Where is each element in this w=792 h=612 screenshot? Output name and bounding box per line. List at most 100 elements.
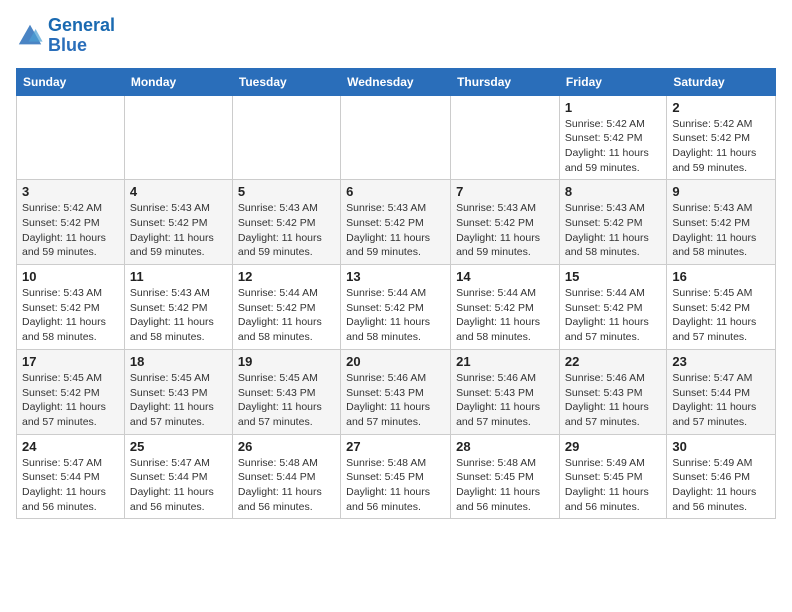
day-number: 17: [22, 354, 119, 369]
calendar-cell: 19 Sunrise: 5:45 AM Sunset: 5:43 PM Dayli…: [232, 349, 340, 434]
day-info: Sunrise: 5:47 AM Sunset: 5:44 PM Dayligh…: [130, 456, 227, 515]
day-number: 16: [672, 269, 770, 284]
day-info: Sunrise: 5:44 AM Sunset: 5:42 PM Dayligh…: [346, 286, 445, 345]
day-number: 10: [22, 269, 119, 284]
calendar-cell: 24Sunrise: 5:47 AM Sunset: 5:44 PM Dayli…: [17, 434, 125, 519]
weekday-header-cell: Monday: [124, 68, 232, 95]
calendar-body: 1 Sunrise: 5:42 AM Sunset: 5:42 PM Daylig…: [17, 95, 776, 519]
day-info: Sunrise: 5:48 AM Sunset: 5:45 PM Dayligh…: [456, 456, 554, 515]
day-info: Sunrise: 5:43 AM Sunset: 5:42 PM Dayligh…: [238, 201, 335, 260]
calendar-cell: 8 Sunrise: 5:43 AM Sunset: 5:42 PM Daylig…: [559, 180, 666, 265]
day-info: Sunrise: 5:42 AM Sunset: 5:42 PM Dayligh…: [565, 117, 661, 176]
day-info: Sunrise: 5:44 AM Sunset: 5:42 PM Dayligh…: [456, 286, 554, 345]
day-number: 29: [565, 439, 661, 454]
day-number: 13: [346, 269, 445, 284]
calendar-cell: 7Sunrise: 5:43 AM Sunset: 5:42 PM Daylig…: [451, 180, 560, 265]
calendar-cell: 20 Sunrise: 5:46 AM Sunset: 5:43 PM Dayli…: [341, 349, 451, 434]
calendar-week-row: 3Sunrise: 5:42 AM Sunset: 5:42 PM Daylig…: [17, 180, 776, 265]
day-number: 19: [238, 354, 335, 369]
day-number: 30: [672, 439, 770, 454]
calendar-cell: 6 Sunrise: 5:43 AM Sunset: 5:42 PM Daylig…: [341, 180, 451, 265]
logo-text: General Blue: [48, 16, 115, 56]
day-number: 12: [238, 269, 335, 284]
day-number: 8: [565, 184, 661, 199]
day-number: 22: [565, 354, 661, 369]
calendar-cell: 18 Sunrise: 5:45 AM Sunset: 5:43 PM Dayli…: [124, 349, 232, 434]
weekday-header-cell: Tuesday: [232, 68, 340, 95]
day-info: Sunrise: 5:42 AM Sunset: 5:42 PM Dayligh…: [672, 117, 770, 176]
calendar-cell: 2 Sunrise: 5:42 AM Sunset: 5:42 PM Daylig…: [667, 95, 776, 180]
calendar-cell: [124, 95, 232, 180]
calendar-week-row: 24Sunrise: 5:47 AM Sunset: 5:44 PM Dayli…: [17, 434, 776, 519]
logo-icon: [16, 22, 44, 50]
day-number: 25: [130, 439, 227, 454]
weekday-header-row: SundayMondayTuesdayWednesdayThursdayFrid…: [17, 68, 776, 95]
day-number: 20: [346, 354, 445, 369]
calendar-cell: [232, 95, 340, 180]
calendar-cell: 14 Sunrise: 5:44 AM Sunset: 5:42 PM Dayli…: [451, 265, 560, 350]
day-number: 4: [130, 184, 227, 199]
day-info: Sunrise: 5:48 AM Sunset: 5:45 PM Dayligh…: [346, 456, 445, 515]
day-info: Sunrise: 5:48 AM Sunset: 5:44 PM Dayligh…: [238, 456, 335, 515]
calendar-cell: [451, 95, 560, 180]
day-info: Sunrise: 5:46 AM Sunset: 5:43 PM Dayligh…: [346, 371, 445, 430]
day-number: 14: [456, 269, 554, 284]
day-number: 9: [672, 184, 770, 199]
calendar-cell: 5 Sunrise: 5:43 AM Sunset: 5:42 PM Daylig…: [232, 180, 340, 265]
day-info: Sunrise: 5:44 AM Sunset: 5:42 PM Dayligh…: [238, 286, 335, 345]
calendar-cell: 26 Sunrise: 5:48 AM Sunset: 5:44 PM Dayli…: [232, 434, 340, 519]
calendar-cell: 9Sunrise: 5:43 AM Sunset: 5:42 PM Daylig…: [667, 180, 776, 265]
calendar-table: SundayMondayTuesdayWednesdayThursdayFrid…: [16, 68, 776, 520]
calendar-cell: 16 Sunrise: 5:45 AM Sunset: 5:42 PM Dayli…: [667, 265, 776, 350]
day-info: Sunrise: 5:49 AM Sunset: 5:45 PM Dayligh…: [565, 456, 661, 515]
day-info: Sunrise: 5:45 AM Sunset: 5:42 PM Dayligh…: [672, 286, 770, 345]
calendar-cell: 25 Sunrise: 5:47 AM Sunset: 5:44 PM Dayli…: [124, 434, 232, 519]
logo: General Blue: [16, 16, 115, 56]
day-info: Sunrise: 5:43 AM Sunset: 5:42 PM Dayligh…: [22, 286, 119, 345]
calendar-cell: 17Sunrise: 5:45 AM Sunset: 5:42 PM Dayli…: [17, 349, 125, 434]
calendar-week-row: 1 Sunrise: 5:42 AM Sunset: 5:42 PM Daylig…: [17, 95, 776, 180]
day-info: Sunrise: 5:49 AM Sunset: 5:46 PM Dayligh…: [672, 456, 770, 515]
day-info: Sunrise: 5:43 AM Sunset: 5:42 PM Dayligh…: [130, 201, 227, 260]
weekday-header-cell: Friday: [559, 68, 666, 95]
day-info: Sunrise: 5:43 AM Sunset: 5:42 PM Dayligh…: [565, 201, 661, 260]
page-header: General Blue: [16, 16, 776, 56]
day-info: Sunrise: 5:44 AM Sunset: 5:42 PM Dayligh…: [565, 286, 661, 345]
day-number: 27: [346, 439, 445, 454]
calendar-cell: 27 Sunrise: 5:48 AM Sunset: 5:45 PM Dayli…: [341, 434, 451, 519]
day-number: 21: [456, 354, 554, 369]
calendar-cell: 30 Sunrise: 5:49 AM Sunset: 5:46 PM Dayli…: [667, 434, 776, 519]
calendar-week-row: 10 Sunrise: 5:43 AM Sunset: 5:42 PM Dayli…: [17, 265, 776, 350]
calendar-cell: 10 Sunrise: 5:43 AM Sunset: 5:42 PM Dayli…: [17, 265, 125, 350]
day-info: Sunrise: 5:45 AM Sunset: 5:43 PM Dayligh…: [238, 371, 335, 430]
calendar-cell: [17, 95, 125, 180]
calendar-cell: 21 Sunrise: 5:46 AM Sunset: 5:43 PM Dayli…: [451, 349, 560, 434]
day-number: 6: [346, 184, 445, 199]
day-info: Sunrise: 5:42 AM Sunset: 5:42 PM Dayligh…: [22, 201, 119, 260]
calendar-cell: 12 Sunrise: 5:44 AM Sunset: 5:42 PM Dayli…: [232, 265, 340, 350]
calendar-cell: 13 Sunrise: 5:44 AM Sunset: 5:42 PM Dayli…: [341, 265, 451, 350]
weekday-header-cell: Sunday: [17, 68, 125, 95]
day-info: Sunrise: 5:47 AM Sunset: 5:44 PM Dayligh…: [22, 456, 119, 515]
day-number: 28: [456, 439, 554, 454]
day-number: 26: [238, 439, 335, 454]
calendar-cell: 4 Sunrise: 5:43 AM Sunset: 5:42 PM Daylig…: [124, 180, 232, 265]
day-number: 2: [672, 100, 770, 115]
day-number: 5: [238, 184, 335, 199]
day-info: Sunrise: 5:43 AM Sunset: 5:42 PM Dayligh…: [346, 201, 445, 260]
weekday-header-cell: Wednesday: [341, 68, 451, 95]
calendar-cell: 15Sunrise: 5:44 AM Sunset: 5:42 PM Dayli…: [559, 265, 666, 350]
day-number: 11: [130, 269, 227, 284]
calendar-cell: 11Sunrise: 5:43 AM Sunset: 5:42 PM Dayli…: [124, 265, 232, 350]
day-number: 1: [565, 100, 661, 115]
weekday-header-cell: Saturday: [667, 68, 776, 95]
weekday-header-cell: Thursday: [451, 68, 560, 95]
day-number: 23: [672, 354, 770, 369]
day-info: Sunrise: 5:45 AM Sunset: 5:43 PM Dayligh…: [130, 371, 227, 430]
day-info: Sunrise: 5:46 AM Sunset: 5:43 PM Dayligh…: [456, 371, 554, 430]
calendar-cell: 29 Sunrise: 5:49 AM Sunset: 5:45 PM Dayli…: [559, 434, 666, 519]
calendar-week-row: 17Sunrise: 5:45 AM Sunset: 5:42 PM Dayli…: [17, 349, 776, 434]
day-info: Sunrise: 5:43 AM Sunset: 5:42 PM Dayligh…: [456, 201, 554, 260]
calendar-cell: 3Sunrise: 5:42 AM Sunset: 5:42 PM Daylig…: [17, 180, 125, 265]
day-number: 18: [130, 354, 227, 369]
